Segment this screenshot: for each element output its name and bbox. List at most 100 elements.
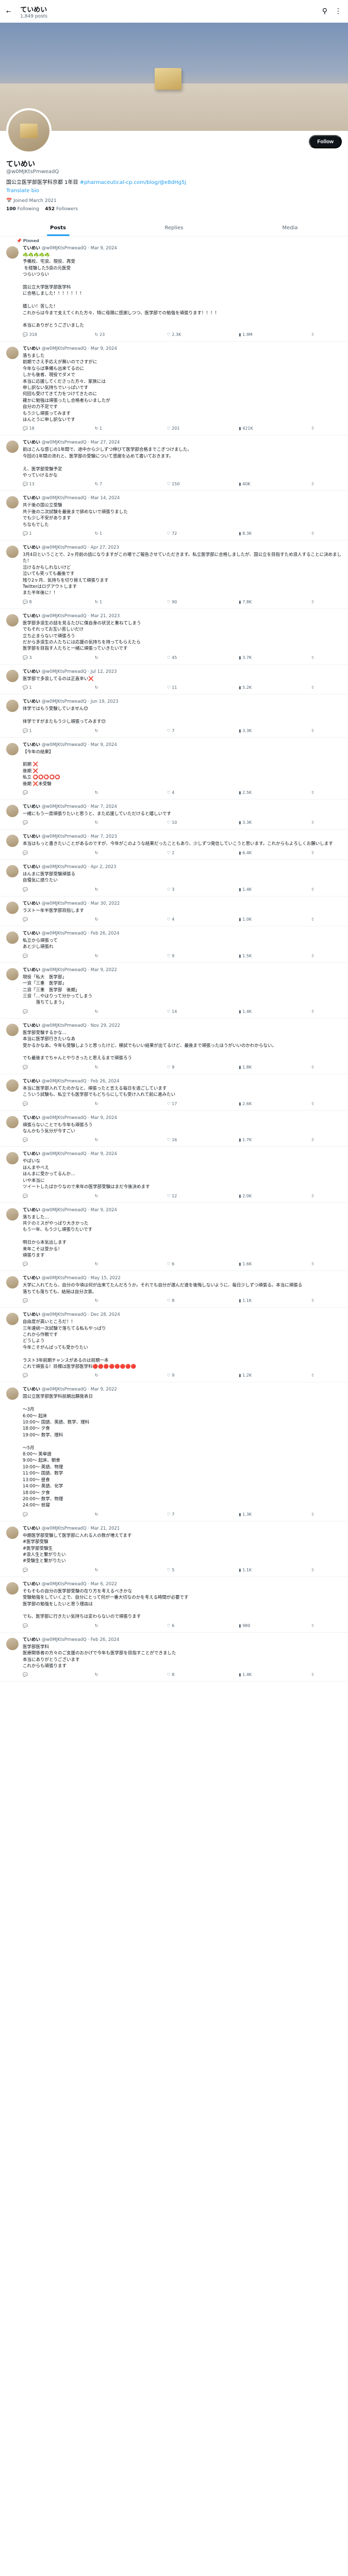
post-author-name[interactable]: ていめい (23, 246, 40, 251)
post[interactable]: ていめい @w0MJKtsPmweadQ · Mar 30, 2022 ラストー年… (0, 896, 348, 926)
post[interactable]: ていめい @w0MJKtsPmweadQ · Jun 19, 2023 体学ではも… (0, 694, 348, 738)
repost-button[interactable]: ↻ (95, 728, 115, 733)
post-author-name[interactable]: ていめい (23, 968, 40, 973)
reply-button[interactable]: 💬 (23, 851, 43, 855)
reply-button[interactable]: 💬 8 (23, 600, 43, 604)
post-avatar[interactable] (6, 1152, 19, 1165)
post-author-name[interactable]: ていめい (23, 742, 40, 748)
share-button[interactable]: ⇧ (311, 851, 332, 855)
views-button[interactable]: ▮ 1.1K (239, 1568, 259, 1572)
repost-button[interactable]: ↻ (95, 851, 115, 855)
share-button[interactable]: ⇧ (311, 1672, 332, 1677)
reply-button[interactable]: 💬 (23, 1568, 43, 1572)
search-icon[interactable]: ⚲ (322, 7, 327, 15)
reply-button[interactable]: 💬 (23, 1101, 43, 1106)
like-button[interactable]: ♡ 9 (167, 954, 188, 958)
reply-button[interactable]: 💬 1 (23, 531, 43, 536)
like-button[interactable]: ♡ 4 (167, 790, 188, 795)
views-button[interactable]: ▮ 2.0K (239, 1194, 259, 1198)
post-avatar[interactable] (6, 865, 19, 877)
views-button[interactable]: ▮ 3.3K (239, 820, 259, 825)
share-button[interactable]: ⇧ (311, 728, 332, 733)
repost-button[interactable]: ↻ 7 (95, 482, 115, 486)
views-button[interactable]: ▮ 3.7K (239, 655, 259, 660)
post-author-name[interactable]: ていめい (23, 1023, 40, 1028)
share-button[interactable]: ⇧ (311, 655, 332, 660)
repost-button[interactable]: ↻ (95, 1623, 115, 1628)
repost-button[interactable]: ↻ (95, 1101, 115, 1106)
tab-media[interactable]: Media (232, 219, 348, 236)
post-avatar[interactable] (6, 246, 19, 259)
share-button[interactable]: ⇧ (311, 426, 332, 431)
share-button[interactable]: ⇧ (311, 1194, 332, 1198)
post-avatar[interactable] (6, 835, 19, 848)
reply-button[interactable]: 💬 (23, 790, 43, 795)
repost-button[interactable]: ↻ (95, 1373, 115, 1378)
share-button[interactable]: ⇧ (311, 1065, 332, 1070)
post[interactable]: ていめい @w0MJKtsPmweadQ · Mar 9, 2024 落ちました … (0, 342, 348, 436)
views-button[interactable]: ▮ 1.4K (239, 887, 259, 892)
share-button[interactable]: ⇧ (311, 954, 332, 958)
post[interactable]: ていめい @w0MJKtsPmweadQ · Mar 9, 2024 ☘️☘️☘️… (0, 241, 348, 342)
post[interactable]: ていめい @w0MJKtsPmweadQ · May 15, 2022 大学に入れ… (0, 1271, 348, 1308)
like-button[interactable]: ♡ 9 (167, 1065, 188, 1070)
post-author-name[interactable]: ていめい (23, 545, 40, 550)
post[interactable]: ていめい @w0MJKtsPmweadQ · Mar 9, 2024 【今年の結果… (0, 738, 348, 800)
reply-button[interactable]: 💬 13 (23, 482, 43, 486)
like-button[interactable]: ♡ 3 (167, 887, 188, 892)
reply-button[interactable]: 💬 (23, 1298, 43, 1303)
repost-button[interactable]: ↻ (95, 1672, 115, 1677)
reply-button[interactable]: 💬 1 (23, 685, 43, 690)
reply-button[interactable]: 💬 318 (23, 332, 43, 337)
post-author-name[interactable]: ていめい (23, 699, 40, 704)
post-author-name[interactable]: ていめい (23, 865, 40, 870)
post-avatar[interactable] (6, 931, 19, 944)
views-button[interactable]: ▮ 980 (239, 1623, 259, 1628)
post[interactable]: ていめい @w0MJKtsPmweadQ · Mar 9, 2024 やばいな ほ… (0, 1147, 348, 1203)
like-button[interactable]: ♡ 5 (167, 1568, 188, 1572)
post[interactable]: ていめい @w0MJKtsPmweadQ · Mar 7, 2023 本当はもっと… (0, 829, 348, 860)
reply-button[interactable]: 💬 1 (23, 728, 43, 733)
like-button[interactable]: ♡ 16 (167, 1138, 188, 1142)
share-button[interactable]: ⇧ (311, 600, 332, 604)
post[interactable]: ていめい @w0MJKtsPmweadQ · Mar 21, 2023 医学部多浪… (0, 609, 348, 665)
share-button[interactable]: ⇧ (311, 1262, 332, 1266)
post-author-name[interactable]: ていめい (23, 1151, 40, 1157)
views-button[interactable]: ▮ 1.8K (239, 1065, 259, 1070)
post[interactable]: ていめい @w0MJKtsPmweadQ · Apr 2, 2023 ほんまに医学… (0, 860, 348, 896)
post-avatar[interactable] (6, 1637, 19, 1650)
post[interactable]: ていめい @w0MJKtsPmweadQ · Feb 26, 2024 本当に医学… (0, 1074, 348, 1111)
like-button[interactable]: ♡ 6 (167, 1623, 188, 1628)
follow-button[interactable]: Follow (309, 135, 342, 148)
post-avatar[interactable] (6, 614, 19, 626)
post-avatar[interactable] (6, 1079, 19, 1092)
post-author-name[interactable]: ていめい (23, 496, 40, 501)
repost-button[interactable]: ↻ (95, 1138, 115, 1142)
more-icon[interactable]: ⋮ (335, 7, 342, 15)
views-button[interactable]: ▮ 1.4K (239, 1009, 259, 1014)
reply-button[interactable]: 💬 (23, 1009, 43, 1014)
repost-button[interactable]: ↻ (95, 954, 115, 958)
post[interactable]: ていめい @w0MJKtsPmweadQ · Mar 9, 2024 頑張らないこ… (0, 1111, 348, 1147)
post-author-name[interactable]: ていめい (23, 1312, 40, 1317)
repost-button[interactable]: ↻ (95, 1298, 115, 1303)
post-avatar[interactable] (6, 1023, 19, 1036)
share-button[interactable]: ⇧ (311, 1298, 332, 1303)
share-button[interactable]: ⇧ (311, 887, 332, 892)
avatar[interactable] (6, 108, 52, 154)
translate-bio-link[interactable]: Translate bio (6, 187, 342, 195)
post[interactable]: ていめい @w0MJKtsPmweadQ · Mar 21, 2021 中期医学部… (0, 1521, 348, 1577)
share-button[interactable]: ⇧ (311, 332, 332, 337)
post-author-name[interactable]: ていめい (23, 1637, 40, 1642)
reply-button[interactable]: 💬 (23, 1138, 43, 1142)
following-link[interactable]: 100 Following (6, 207, 39, 212)
repost-button[interactable]: ↻ (95, 1512, 115, 1517)
post[interactable]: ていめい @w0MJKtsPmweadQ · Feb 26, 2024 私立から頑… (0, 926, 348, 963)
post-avatar[interactable] (6, 496, 19, 509)
reply-button[interactable]: 💬 3 (23, 655, 43, 660)
like-button[interactable]: ♡ 14 (167, 1009, 188, 1014)
repost-button[interactable]: ↻ (95, 1194, 115, 1198)
post-author-name[interactable]: ていめい (23, 1115, 40, 1121)
like-button[interactable]: ♡ 8 (167, 1298, 188, 1303)
post-avatar[interactable] (6, 1582, 19, 1595)
